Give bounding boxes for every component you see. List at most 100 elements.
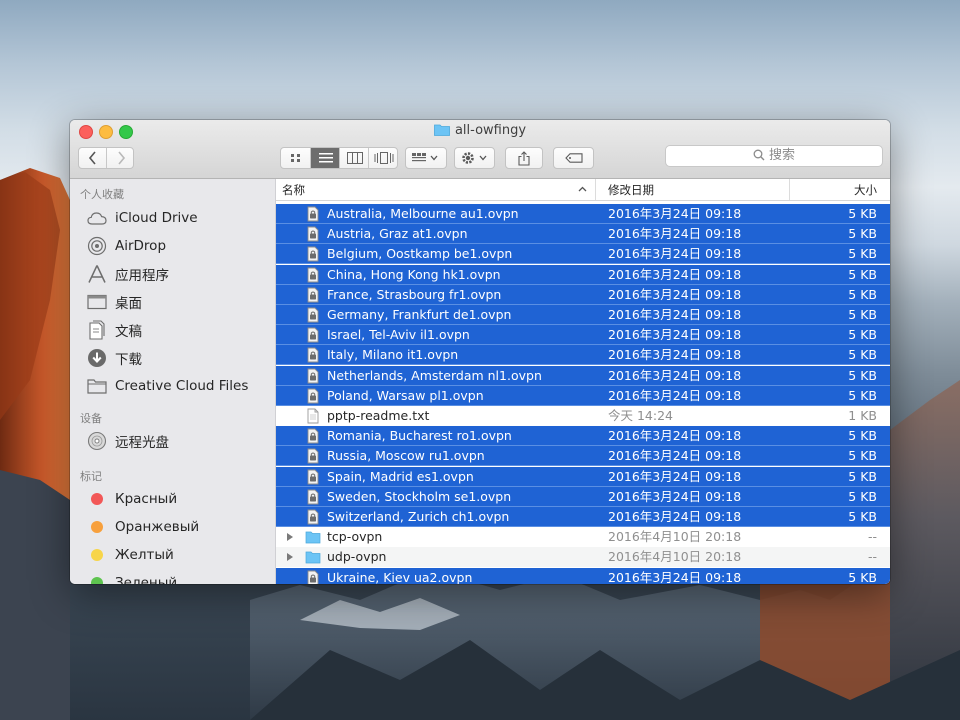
folder-icon: [87, 376, 107, 396]
config-document-icon: [307, 570, 319, 584]
column-header-name[interactable]: 名称: [282, 182, 305, 198]
search-field[interactable]: 搜索: [665, 145, 883, 167]
icon-view-button[interactable]: [281, 148, 310, 168]
file-row[interactable]: Sweden, Stockholm se1.ovpn 2016年3月24日 09:…: [276, 486, 890, 507]
file-row[interactable]: Italy, Milano it1.ovpn 2016年3月24日 09:18 5 …: [276, 345, 890, 366]
column-view-button[interactable]: [339, 148, 369, 168]
file-row[interactable]: Russia, Moscow ru1.ovpn 2016年3月24日 09:18 5…: [276, 446, 890, 467]
file-row[interactable]: Romania, Bucharest ro1.ovpn 2016年3月24日 09…: [276, 426, 890, 447]
list-view-button[interactable]: [310, 148, 340, 168]
sidebar-tag-yellow[interactable]: Желтый: [87, 544, 174, 566]
config-document-icon: [307, 287, 319, 303]
disclosure-triangle-icon[interactable]: [286, 532, 294, 542]
view-mode-control: [280, 147, 398, 169]
cover-flow-button[interactable]: [368, 148, 398, 168]
grid-icon: [290, 154, 300, 162]
file-modified-date: 2016年3月24日 09:18: [608, 246, 742, 262]
share-button[interactable]: [505, 147, 543, 169]
file-row[interactable]: France, Strasbourg fr1.ovpn 2016年3月24日 09…: [276, 284, 890, 305]
folder-icon: [305, 552, 321, 564]
column-header-date[interactable]: 修改日期: [608, 182, 654, 198]
disclosure-triangle-icon[interactable]: [286, 552, 294, 562]
file-modified-date: 今天 14:24: [608, 408, 673, 423]
file-row[interactable]: Austria, Graz at1.ovpn 2016年3月24日 09:18 5 …: [276, 224, 890, 245]
devices-heading: 设备: [80, 412, 102, 425]
sidebar-tag-red[interactable]: Красный: [87, 488, 177, 510]
file-row[interactable]: Germany, Frankfurt de1.ovpn 2016年3月24日 09…: [276, 305, 890, 325]
file-modified-date: 2016年3月24日 09:18: [608, 448, 742, 464]
file-name: tcp-ovpn: [327, 529, 383, 545]
config-document-icon: [307, 327, 319, 343]
file-modified-date: 2016年4月10日 20:18: [608, 529, 742, 545]
file-name: Ukraine, Kiev ua2.ovpn: [327, 569, 473, 584]
arrange-control: [406, 148, 446, 168]
file-modified-date: 2016年3月24日 09:18: [608, 266, 742, 282]
window-title: all-owfingy: [70, 123, 890, 140]
sidebar-item-label: 远程光盘: [115, 435, 169, 451]
config-document-icon: [307, 226, 319, 242]
file-modified-date: 2016年3月24日 09:18: [608, 327, 742, 343]
sidebar-item-documents[interactable]: 文稿: [87, 319, 142, 341]
sidebar-item-creative-cloud-files[interactable]: Creative Cloud Files: [87, 375, 248, 397]
file-row[interactable]: Switzerland, Zurich ch1.ovpn 2016年3月24日 0…: [276, 507, 890, 527]
file-size: 5 KB: [848, 286, 877, 302]
sidebar-item-applications[interactable]: 应用程序: [87, 263, 169, 285]
file-size: 5 KB: [848, 387, 877, 403]
sidebar-item-desktop[interactable]: 桌面: [87, 291, 142, 313]
file-size: 5 KB: [848, 246, 877, 262]
config-document-icon: [307, 246, 319, 262]
sidebar-tag-orange[interactable]: Оранжевый: [87, 516, 199, 538]
documents-icon: [87, 320, 107, 340]
config-document-icon: [307, 448, 319, 464]
file-row[interactable]: China, Hong Kong hk1.ovpn 2016年3月24日 09:1…: [276, 264, 890, 285]
share-icon: [518, 150, 530, 166]
sidebar: 个人收藏 iCloud Drive AirDrop 应用程序 桌面 文稿 下载 …: [70, 179, 276, 584]
sidebar-item-label: 下载: [115, 352, 142, 368]
file-row[interactable]: Ukraine, Kiev ua2.ovpn 2016年3月24日 09:18 5 …: [276, 567, 890, 584]
file-row[interactable]: pptp-readme.txt 今天 14:24 1 KB: [276, 406, 890, 426]
cloud-icon: [87, 208, 107, 228]
file-name: Austria, Graz at1.ovpn: [327, 226, 468, 242]
file-row[interactable]: Australia, Melbourne au1.ovpn 2016年3月24日 …: [276, 204, 890, 224]
action-button[interactable]: [454, 147, 495, 169]
sidebar-item-downloads[interactable]: 下载: [87, 347, 142, 369]
file-row[interactable]: Netherlands, Amsterdam nl1.ovpn 2016年3月24…: [276, 365, 890, 386]
column-header-size[interactable]: 大小: [854, 182, 877, 198]
file-name: Netherlands, Amsterdam nl1.ovpn: [327, 367, 542, 383]
file-row[interactable]: Belgium, Oostkamp be1.ovpn 2016年3月24日 09:…: [276, 244, 890, 265]
file-name: Israel, Tel-Aviv il1.ovpn: [327, 327, 470, 343]
folder-row[interactable]: tcp-ovpn 2016年4月10日 20:18 --: [276, 527, 890, 547]
sidebar-item-label: 应用程序: [115, 268, 169, 284]
folder-row[interactable]: udp-ovpn 2016年4月10日 20:18 --: [276, 547, 890, 568]
file-size: 5 KB: [848, 569, 877, 584]
file-row[interactable]: Israel, Tel-Aviv il1.ovpn 2016年3月24日 09:1…: [276, 325, 890, 346]
config-document-icon: [307, 267, 319, 283]
file-modified-date: 2016年4月10日 20:18: [608, 549, 742, 565]
file-name: Switzerland, Zurich ch1.ovpn: [327, 509, 510, 524]
list-icon: [318, 153, 333, 163]
back-button[interactable]: [79, 148, 106, 168]
sidebar-item-remote-disc[interactable]: 远程光盘: [87, 430, 169, 452]
share-control: [506, 148, 542, 168]
file-name: Germany, Frankfurt de1.ovpn: [327, 307, 512, 322]
column-header: 名称 修改日期 大小: [276, 179, 890, 201]
sidebar-item-airdrop[interactable]: AirDrop: [87, 235, 166, 257]
sidebar-item-label: 桌面: [115, 296, 142, 312]
sidebar-item-icloud-drive[interactable]: iCloud Drive: [87, 207, 198, 229]
file-modified-date: 2016年3月24日 09:18: [608, 367, 742, 383]
file-size: 5 KB: [848, 448, 877, 464]
forward-button[interactable]: [106, 148, 134, 168]
tag-button[interactable]: [553, 147, 594, 169]
file-row[interactable]: Poland, Warsaw pl1.ovpn 2016年3月24日 09:18 5…: [276, 385, 890, 406]
cover-flow-icon: [374, 152, 393, 164]
file-row[interactable]: Spain, Madrid es1.ovpn 2016年3月24日 09:18 5 …: [276, 466, 890, 487]
action-control: [455, 148, 494, 168]
airdrop-icon: [87, 236, 107, 256]
arrange-button[interactable]: [405, 147, 447, 169]
file-modified-date: 2016年3月24日 09:18: [608, 509, 742, 524]
search-placeholder: 搜索: [768, 148, 795, 163]
config-document-icon: [307, 206, 319, 222]
file-modified-date: 2016年3月24日 09:18: [608, 468, 742, 484]
sidebar-tag-green[interactable]: Зеленый: [87, 572, 177, 584]
red-tag-dot: [91, 493, 103, 505]
